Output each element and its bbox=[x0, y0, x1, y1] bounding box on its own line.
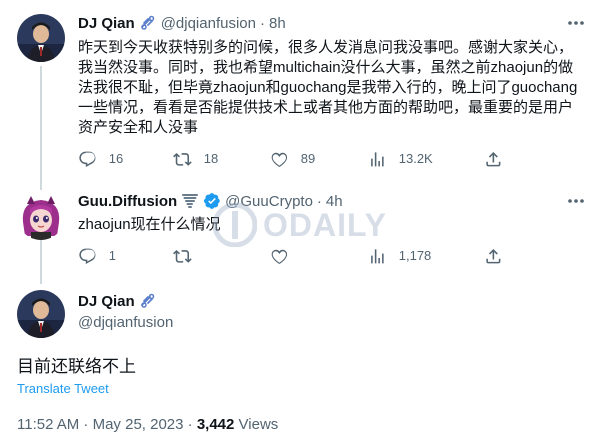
tweet-time[interactable]: 8h bbox=[269, 15, 286, 32]
tweet-header: DJ Qian @djqianfusion · 8h bbox=[78, 14, 286, 32]
reply-count: 16 bbox=[108, 151, 124, 167]
tweet-text: zhaojun现在什么情况 bbox=[78, 216, 221, 233]
views-count: 1,178 bbox=[398, 248, 432, 264]
tweet-header: Guu.Diffusion @GuuCrypto · 4h bbox=[78, 192, 343, 210]
retweet-icon bbox=[173, 250, 192, 263]
like-count: 89 bbox=[300, 151, 316, 167]
main-tweet-text: 目前还联络不上 bbox=[17, 357, 136, 376]
reply-icon bbox=[79, 151, 96, 168]
share-button[interactable] bbox=[484, 247, 515, 266]
views-button[interactable]: 13.2K bbox=[368, 150, 433, 169]
tweet-metadata: 11:52 AM · May 25, 2023 · 3,442 Views bbox=[17, 416, 278, 433]
retweet-count: 18 bbox=[203, 151, 219, 167]
thread-connector bbox=[40, 66, 42, 190]
display-name[interactable]: DJ Qian bbox=[78, 293, 135, 310]
translate-link[interactable]: Translate Tweet bbox=[17, 381, 109, 396]
more-icon[interactable] bbox=[566, 13, 586, 33]
reply-button[interactable]: 1 bbox=[78, 247, 116, 266]
tweet-time[interactable]: 4h bbox=[326, 193, 343, 210]
avatar[interactable] bbox=[17, 14, 65, 62]
tornado-emoji-icon bbox=[181, 192, 199, 210]
handle[interactable]: @djqianfusion bbox=[161, 15, 256, 32]
tweet-text: 昨天到今天收获特别多的问候，很多人发消息问我没事吧。感谢大家关心，我当然没事。同… bbox=[78, 39, 578, 136]
heart-icon bbox=[271, 152, 288, 167]
fusion-badge-icon bbox=[139, 292, 157, 310]
share-icon bbox=[486, 249, 501, 264]
separator-dot: · bbox=[259, 14, 265, 32]
thread-connector bbox=[40, 240, 42, 284]
avatar[interactable] bbox=[17, 192, 65, 240]
timestamp[interactable]: 11:52 AM · May 25, 2023 · bbox=[17, 416, 197, 433]
reply-count: 1 bbox=[108, 248, 116, 264]
author-name-line: DJ Qian bbox=[78, 292, 161, 310]
verified-badge-icon bbox=[203, 192, 221, 210]
retweet-icon bbox=[173, 153, 192, 166]
like-button[interactable] bbox=[270, 247, 301, 266]
analytics-icon bbox=[371, 249, 384, 264]
reply-icon bbox=[79, 248, 96, 265]
heart-icon bbox=[271, 249, 288, 264]
retweet-button[interactable]: 18 bbox=[173, 150, 218, 169]
views-label[interactable]: Views bbox=[234, 416, 279, 433]
display-name[interactable]: DJ Qian bbox=[78, 15, 135, 32]
like-button[interactable]: 89 bbox=[270, 150, 315, 169]
views-count: 13.2K bbox=[398, 151, 433, 167]
reply-button[interactable]: 16 bbox=[78, 150, 123, 169]
fusion-badge-icon bbox=[139, 14, 157, 32]
more-icon[interactable] bbox=[566, 191, 586, 211]
display-name[interactable]: Guu.Diffusion bbox=[78, 193, 177, 210]
separator-dot: · bbox=[316, 192, 322, 210]
avatar[interactable] bbox=[17, 290, 65, 338]
share-button[interactable] bbox=[484, 150, 515, 169]
retweet-button[interactable] bbox=[173, 247, 204, 266]
handle[interactable]: @djqianfusion bbox=[78, 314, 173, 331]
share-icon bbox=[486, 152, 501, 167]
handle[interactable]: @GuuCrypto bbox=[225, 193, 313, 210]
analytics-icon bbox=[371, 152, 384, 167]
views-count[interactable]: 3,442 bbox=[197, 416, 235, 433]
author-handle-line: @djqianfusion bbox=[78, 314, 173, 331]
views-button[interactable]: 1,178 bbox=[368, 247, 431, 266]
